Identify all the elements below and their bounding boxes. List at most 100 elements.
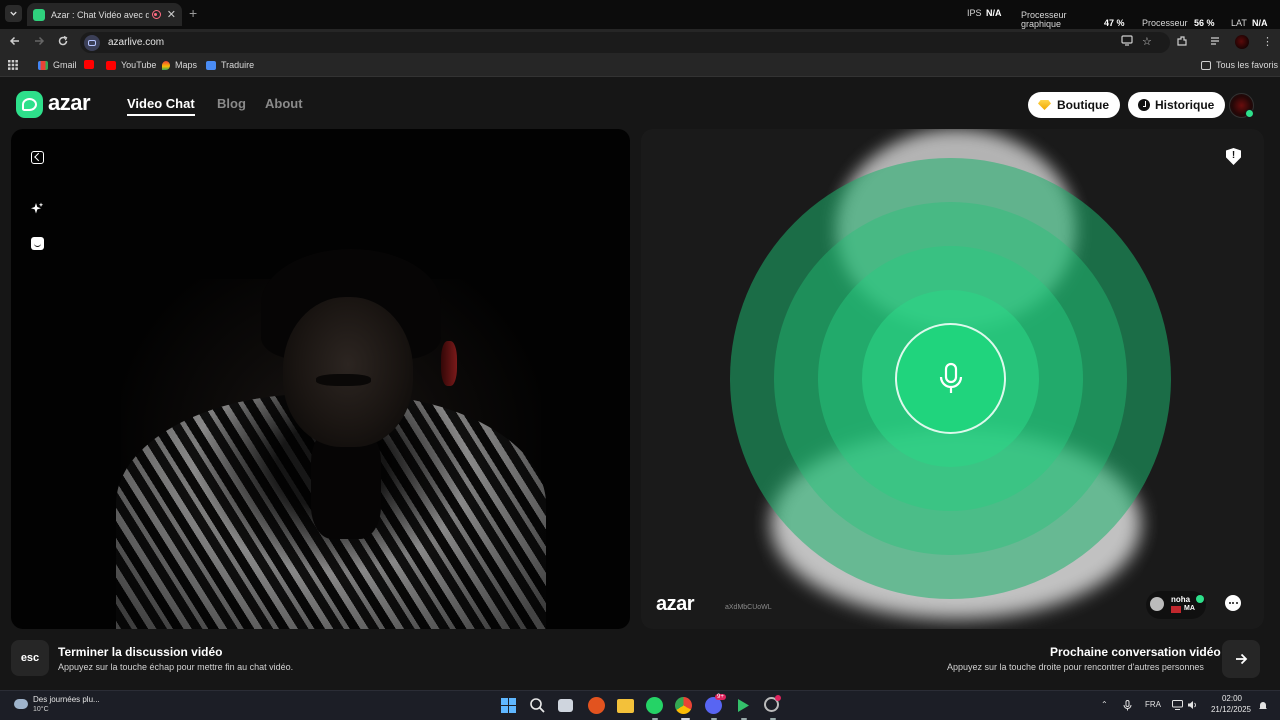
avatar-status-badge bbox=[1245, 109, 1254, 118]
apps-grid-icon[interactable] bbox=[8, 60, 18, 70]
extensions-icon[interactable] bbox=[1176, 35, 1188, 50]
install-app-icon[interactable] bbox=[1121, 35, 1133, 49]
bookmark-youtube[interactable]: YouTube bbox=[106, 60, 156, 70]
hwmon-ips-value: N/A bbox=[986, 8, 1002, 18]
partner-id-code: aXdMbCUoWL bbox=[725, 604, 772, 611]
volume-icon[interactable] bbox=[1187, 700, 1198, 712]
partner-video-panel: ! azar aXdMbCUoWL noha MA bbox=[641, 129, 1264, 629]
app-orange-icon[interactable] bbox=[588, 697, 605, 714]
gem-icon bbox=[1038, 100, 1051, 110]
bookmarks-bar: Gmail YouTube Maps Traduire Tous les fav… bbox=[0, 56, 1280, 77]
azar-watermark-logo: azar bbox=[656, 593, 695, 615]
weather-temp[interactable]: 10°C bbox=[33, 706, 49, 713]
expand-icon[interactable] bbox=[30, 150, 44, 164]
windows-start-icon[interactable] bbox=[500, 697, 517, 714]
reload-icon[interactable] bbox=[57, 35, 69, 50]
search-icon[interactable] bbox=[529, 697, 546, 714]
nav-blog[interactable]: Blog bbox=[217, 96, 246, 111]
language-indicator[interactable]: FRA bbox=[1145, 700, 1161, 709]
folder-icon bbox=[1201, 60, 1211, 70]
hwmon-gpu-label-2: graphique bbox=[1021, 19, 1062, 29]
address-bar[interactable]: azarlive.com bbox=[80, 32, 1170, 53]
forward-arrow-icon[interactable] bbox=[33, 35, 45, 50]
youtube-icon bbox=[84, 60, 94, 69]
azar-logo-text[interactable]: azar bbox=[48, 90, 91, 116]
whatsapp-icon[interactable] bbox=[646, 697, 663, 714]
youtube-icon bbox=[106, 60, 116, 70]
notification-dot bbox=[775, 695, 781, 701]
nav-active-underline bbox=[127, 114, 195, 116]
azar-logo-icon[interactable] bbox=[16, 91, 43, 118]
chrome-icon[interactable] bbox=[675, 697, 692, 714]
network-icon[interactable] bbox=[1172, 700, 1183, 712]
hwmon-ips-label: IPS bbox=[967, 8, 982, 18]
maps-icon bbox=[162, 60, 170, 70]
chat-bubble-icon[interactable] bbox=[1225, 595, 1241, 611]
task-view-icon[interactable] bbox=[558, 699, 573, 712]
weather-rain-icon[interactable] bbox=[14, 699, 28, 709]
browser-profile-avatar[interactable] bbox=[1235, 35, 1249, 49]
tray-microphone-icon[interactable] bbox=[1123, 700, 1132, 713]
partner-name: noha bbox=[1171, 595, 1191, 604]
bookmark-youtube-red[interactable] bbox=[84, 60, 99, 69]
next-chat-title: Prochaine conversation vidéo bbox=[1050, 645, 1221, 659]
end-chat-title: Terminer la discussion vidéo bbox=[58, 645, 223, 659]
tab-search-button[interactable] bbox=[5, 5, 22, 22]
file-explorer-icon[interactable] bbox=[617, 699, 634, 713]
bookmark-maps[interactable]: Maps bbox=[162, 60, 197, 70]
all-bookmarks-folder[interactable]: Tous les favoris bbox=[1201, 60, 1278, 70]
browser-menu-icon[interactable]: ⋮ bbox=[1262, 35, 1273, 48]
face-filter-icon[interactable] bbox=[30, 236, 44, 250]
video-person-face bbox=[283, 297, 413, 447]
taskbar-time[interactable]: 02:00 bbox=[1212, 694, 1252, 703]
azar-page: azar Video Chat Blog About Boutique Hist… bbox=[0, 78, 1280, 690]
back-arrow-icon[interactable] bbox=[9, 35, 21, 50]
new-tab-button[interactable]: + bbox=[189, 5, 197, 21]
boutique-button[interactable]: Boutique bbox=[1028, 92, 1120, 118]
report-shield-icon[interactable]: ! bbox=[1226, 148, 1241, 165]
bookmark-gmail[interactable]: Gmail bbox=[38, 60, 77, 70]
media-controls-icon[interactable] bbox=[1210, 35, 1222, 50]
next-chat-button[interactable] bbox=[1222, 640, 1260, 678]
country-flag-icon bbox=[1171, 606, 1181, 613]
gmail-icon bbox=[38, 60, 48, 70]
taskbar-date[interactable]: 21/12/2025 bbox=[1207, 705, 1255, 714]
windows-taskbar: Des journées plu... 10°C 9+ ⌃ FRA 02:00 … bbox=[0, 690, 1280, 720]
partner-country-code: MA bbox=[1184, 605, 1195, 612]
video-person-headphone bbox=[441, 341, 457, 386]
sparkle-effects-icon[interactable] bbox=[30, 202, 44, 216]
end-chat-subtitle: Appuyez sur la touche échap pour mettre … bbox=[58, 662, 294, 672]
partner-profile-chip[interactable]: noha MA bbox=[1146, 591, 1206, 619]
weather-text[interactable]: Des journées plu... bbox=[33, 695, 100, 704]
chevron-down-icon bbox=[10, 11, 17, 16]
tray-expand-icon[interactable]: ⌃ bbox=[1101, 700, 1108, 709]
bookmark-translate[interactable]: Traduire bbox=[206, 60, 254, 70]
translate-icon bbox=[206, 60, 216, 70]
clock-icon bbox=[1138, 99, 1150, 111]
recording-icon bbox=[151, 10, 161, 19]
play-store-icon[interactable] bbox=[735, 697, 752, 714]
arrow-right-icon bbox=[1236, 653, 1248, 665]
bookmark-star-icon[interactable]: ☆ bbox=[1142, 35, 1152, 48]
tab-title: Azar : Chat Vidéo avec de n bbox=[51, 9, 149, 20]
nav-about[interactable]: About bbox=[265, 96, 303, 111]
verified-badge-icon bbox=[1196, 595, 1204, 603]
esc-key-button[interactable]: esc bbox=[11, 640, 49, 676]
hwmon-lat-value: N/A bbox=[1252, 18, 1268, 28]
microphone-button[interactable] bbox=[895, 323, 1006, 434]
site-info-icon[interactable] bbox=[84, 34, 100, 51]
discord-badge: 9+ bbox=[715, 694, 726, 700]
hwmon-cpu-value: 56 % bbox=[1194, 18, 1215, 28]
notifications-icon[interactable] bbox=[1258, 700, 1268, 713]
nav-video-chat[interactable]: Video Chat bbox=[127, 96, 195, 111]
browser-tab-strip: Azar : Chat Vidéo avec de n ✕ + IPS N/A … bbox=[0, 0, 1280, 29]
browser-toolbar: azarlive.com ☆ ⋮ bbox=[0, 29, 1280, 56]
azar-favicon-icon bbox=[33, 8, 45, 21]
partner-avatar bbox=[1150, 597, 1164, 611]
tab-azar[interactable]: Azar : Chat Vidéo avec de n ✕ bbox=[27, 3, 182, 26]
historique-button[interactable]: Historique bbox=[1128, 92, 1226, 118]
hwmon-cpu-label: Processeur bbox=[1142, 18, 1188, 28]
close-tab-icon[interactable]: ✕ bbox=[167, 8, 176, 21]
next-chat-subtitle: Appuyez sur la touche droite pour rencon… bbox=[947, 662, 1204, 672]
microphone-icon bbox=[939, 362, 962, 393]
